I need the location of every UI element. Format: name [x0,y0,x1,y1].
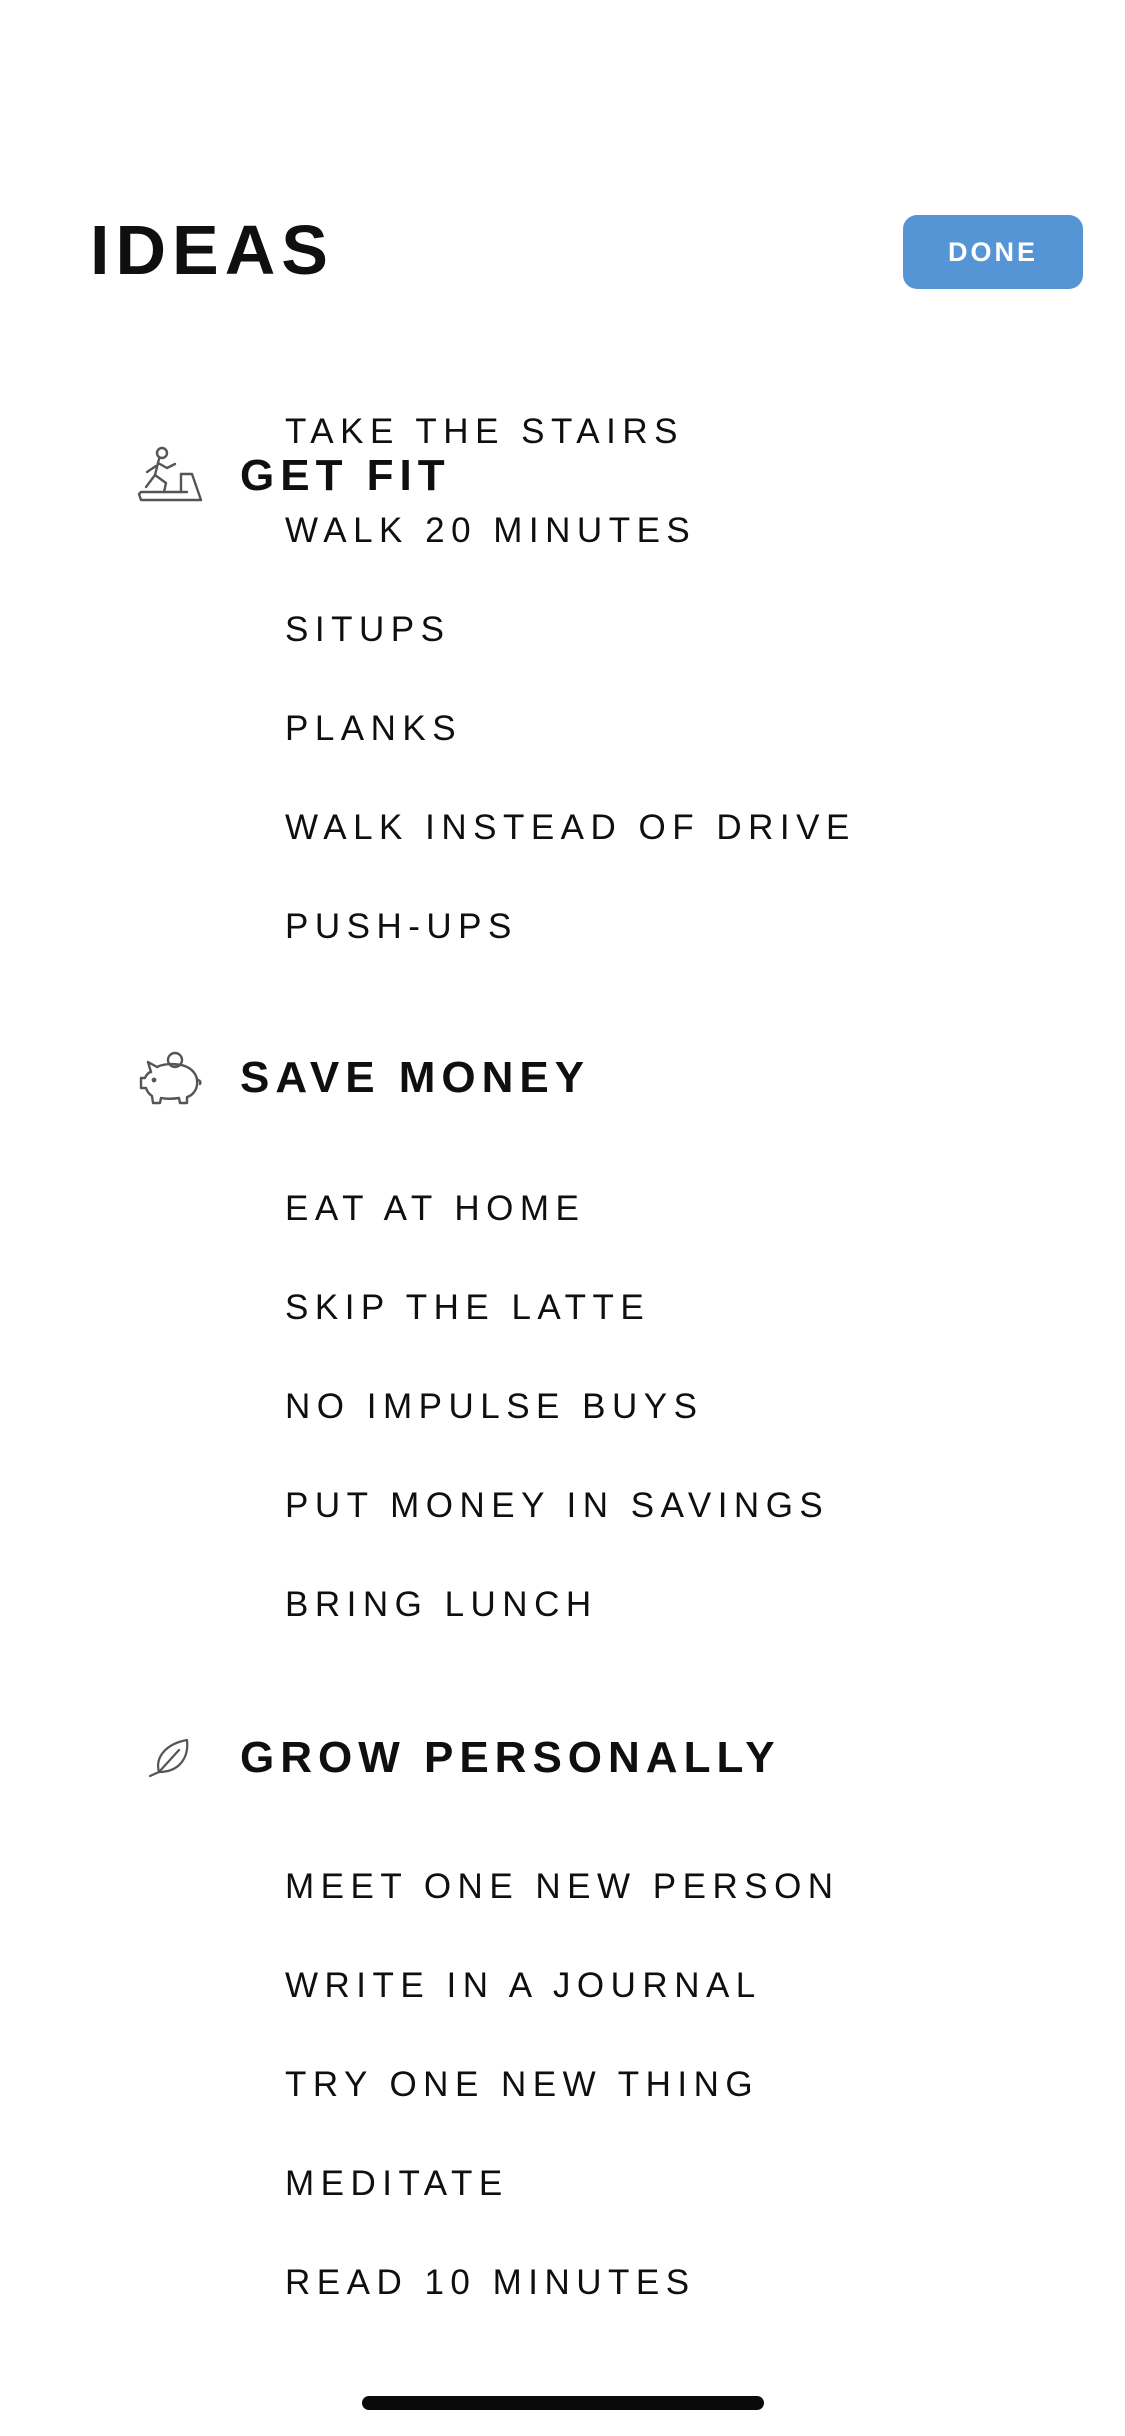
idea-item[interactable]: BRING LUNCH [285,1580,598,1630]
idea-item[interactable]: MEDITATE [285,2159,509,2209]
section-header-grow-personally: GROW PERSONALLY [130,1718,781,1798]
idea-item[interactable]: TAKE THE STAIRS [285,407,684,457]
treadmill-icon [130,436,210,516]
leaf-icon [130,1718,210,1798]
page-title: IDEAS [90,211,334,289]
idea-item[interactable]: NO IMPULSE BUYS [285,1382,703,1432]
idea-item[interactable]: WALK INSTEAD OF DRIVE [285,803,856,853]
idea-item[interactable]: TRY ONE NEW THING [285,2060,759,2110]
idea-item[interactable]: SITUPS [285,605,450,655]
idea-item[interactable]: WALK 20 MINUTES [285,506,696,556]
done-button[interactable]: DONE [903,215,1083,289]
home-indicator[interactable] [362,2396,764,2410]
idea-item[interactable]: MEET ONE NEW PERSON [285,1862,840,1912]
idea-item[interactable]: READ 10 MINUTES [285,2258,696,2308]
piggy-bank-icon [130,1038,210,1118]
idea-item[interactable]: PUT MONEY IN SAVINGS [285,1481,829,1531]
section-title: SAVE MONEY [240,1053,591,1102]
idea-item[interactable]: PUSH-UPS [285,902,518,952]
idea-item[interactable]: PLANKS [285,704,462,754]
idea-item[interactable]: EAT AT HOME [285,1184,585,1234]
idea-item[interactable]: WRITE IN A JOURNAL [285,1961,762,2011]
section-header-save-money: SAVE MONEY [130,1038,590,1118]
idea-item[interactable]: SKIP THE LATTE [285,1283,650,1333]
section-title: GET FIT [240,451,451,500]
section-title: GROW PERSONALLY [240,1733,781,1782]
